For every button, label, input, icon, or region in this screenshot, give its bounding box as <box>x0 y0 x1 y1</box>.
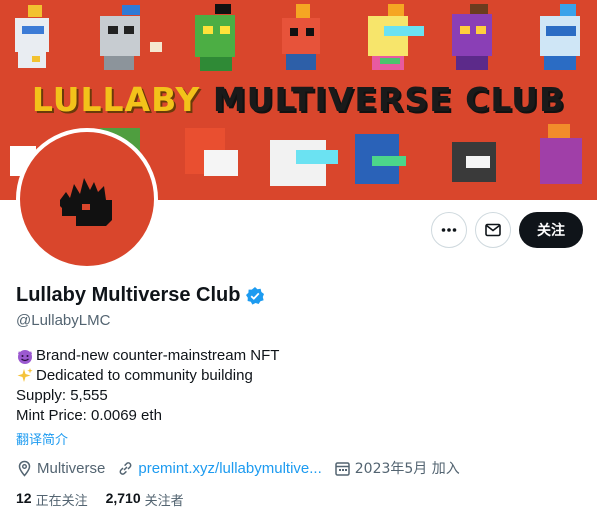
location-text: Multiverse <box>37 459 106 477</box>
followers-count: 2,710 <box>105 490 141 506</box>
profile-bio: Brand-new counter-mainstream NFT Dedicat… <box>16 346 279 426</box>
bio-supply: Supply: 5,555 <box>16 387 108 404</box>
profile-actions: 关注 <box>431 212 583 248</box>
following-label: 正在关注 <box>35 494 88 509</box>
mail-icon <box>485 223 501 237</box>
banner-title-part2: MULTIVERSE CLUB <box>200 80 566 119</box>
follow-button[interactable]: 关注 <box>519 212 583 248</box>
character-7 <box>540 4 580 70</box>
bio-line-2: Dedicated to community building <box>16 366 279 386</box>
website-link[interactable]: premint.xyz/lullabymultive... <box>138 460 321 477</box>
more-button[interactable] <box>431 212 467 248</box>
bio-line-2-text: Dedicated to community building <box>36 367 253 384</box>
followers-label: 关注者 <box>144 494 184 509</box>
following-stat[interactable]: 12 正在关注 <box>16 490 88 509</box>
banner-title-part1: LULLABY <box>31 80 201 119</box>
joined-item: 2023年5月 加入 <box>334 458 460 478</box>
bio-line-1: Brand-new counter-mainstream NFT <box>16 346 279 366</box>
character-6 <box>452 4 492 70</box>
follow-stats: 12 正在关注 2,710 关注者 <box>16 490 184 509</box>
character-5 <box>368 4 424 70</box>
more-icon <box>441 228 457 232</box>
bio-line-1-text: Brand-new counter-mainstream NFT <box>36 347 280 364</box>
following-count: 12 <box>16 490 32 506</box>
character-1 <box>15 5 49 68</box>
display-name-row: Lullaby Multiverse Club <box>16 284 265 307</box>
calendar-icon <box>335 461 350 476</box>
character-2 <box>100 5 162 70</box>
flame-logo-icon <box>60 178 112 226</box>
profile-avatar[interactable] <box>16 128 158 270</box>
verified-badge-icon[interactable] <box>245 286 265 306</box>
location-item: Multiverse <box>16 460 105 477</box>
message-button[interactable] <box>475 212 511 248</box>
banner-title: LULLABY MULTIVERSE CLUB <box>0 80 597 119</box>
sparkles-icon <box>16 367 34 385</box>
followers-stat[interactable]: 2,710 关注者 <box>106 490 184 509</box>
website-item: premint.xyz/lullabymultive... <box>117 460 322 477</box>
user-handle: @LullabyLMC <box>16 312 111 329</box>
link-icon <box>119 461 132 475</box>
translate-bio-link[interactable]: 翻译简介 <box>16 429 68 448</box>
profile-meta: Multiverse premint.xyz/lullabymultive...… <box>16 458 472 478</box>
character-3 <box>195 4 235 71</box>
joined-date-text: 2023年5月 加入 <box>354 461 460 477</box>
location-pin-icon <box>18 460 31 477</box>
character-4 <box>282 4 320 70</box>
smiling-devil-icon <box>16 347 34 365</box>
bio-mint-price: Mint Price: 0.0069 eth <box>16 407 162 424</box>
display-name: Lullaby Multiverse Club <box>16 284 241 306</box>
